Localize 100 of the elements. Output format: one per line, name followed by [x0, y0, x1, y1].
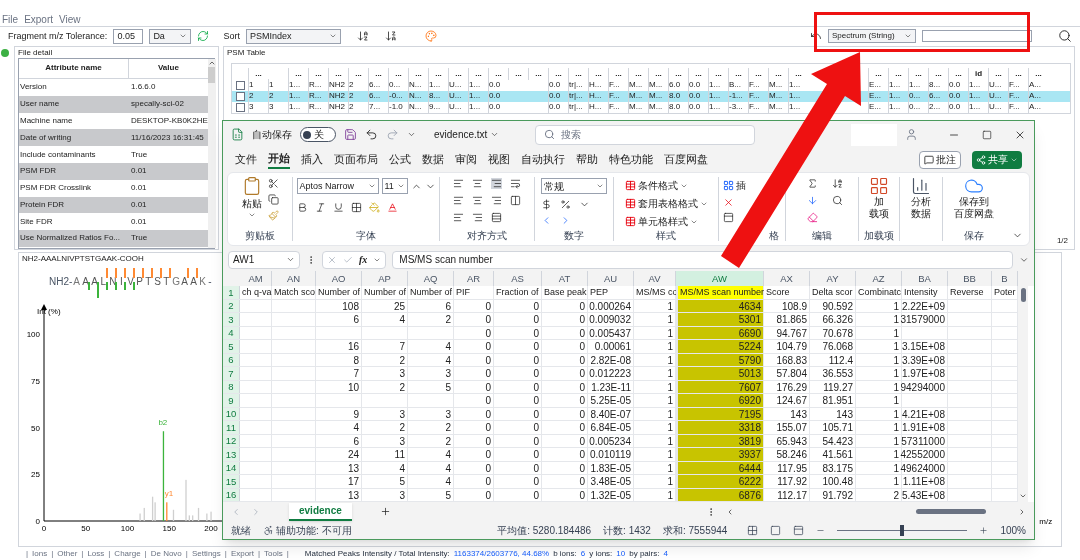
ribbon-tab[interactable]: 特色功能 [609, 150, 653, 169]
ribbon-tab[interactable]: 视图 [488, 150, 510, 169]
column-header[interactable]: ... [708, 67, 728, 80]
align-center-icon[interactable] [472, 195, 483, 207]
currency-icon[interactable] [541, 199, 552, 211]
column-header[interactable]: ... [308, 67, 328, 80]
scroll-thumb[interactable] [208, 66, 216, 83]
percent-icon[interactable] [560, 199, 571, 211]
unit-dropdown[interactable]: Da [149, 28, 192, 45]
format-cells-icon[interactable] [723, 212, 734, 224]
style-button[interactable]: 条件格式 [624, 178, 708, 194]
column-header[interactable]: AQ [408, 271, 454, 287]
column-header[interactable]: AW [676, 271, 764, 287]
view-tab[interactable]: Export [230, 547, 254, 560]
font-dropdown[interactable]: Aptos Narrow [296, 178, 379, 195]
comment-button[interactable]: 批注 [919, 150, 961, 169]
column-header[interactable]: ... [908, 67, 928, 80]
sheet-tab[interactable]: evidence [289, 502, 352, 521]
column-header[interactable]: ... [528, 67, 548, 80]
view-tab[interactable]: Charge [114, 547, 141, 560]
avatar-icon[interactable] [905, 128, 918, 142]
normal-view-icon[interactable] [747, 524, 759, 536]
column-header[interactable]: ... [588, 67, 608, 80]
ribbon-tab[interactable]: 数据 [422, 150, 444, 169]
column-header[interactable]: ... [788, 67, 808, 80]
name-box[interactable]: AW1 [228, 250, 300, 269]
sort-filter-icon[interactable] [832, 178, 843, 190]
column-header[interactable]: AX [764, 271, 810, 287]
addins-button[interactable]: 加 载项 [869, 176, 889, 221]
style-button[interactable]: 单元格样式 [624, 214, 708, 230]
row-header[interactable]: 13 [223, 448, 240, 461]
row-header[interactable]: 1 [223, 286, 240, 299]
underline-icon[interactable] [332, 202, 344, 214]
row-checkbox[interactable] [235, 91, 245, 101]
outdent-icon[interactable] [472, 212, 483, 224]
scroll-thumb[interactable] [916, 509, 986, 515]
accessibility-icon[interactable] [263, 524, 274, 536]
column-header[interactable]: AU [588, 271, 634, 287]
column-header[interactable]: ... [888, 67, 908, 80]
view-tab[interactable]: Other [57, 547, 78, 560]
sort-ascending-icon[interactable] [356, 30, 369, 43]
share-button[interactable]: 共享 [972, 150, 1022, 169]
ribbon-tab[interactable]: 开始 [268, 150, 290, 169]
find-icon[interactable] [832, 195, 843, 207]
ribbon-tab[interactable]: 页面布局 [334, 150, 378, 169]
align-right-icon[interactable] [491, 195, 502, 207]
refresh-icon[interactable] [197, 30, 210, 43]
column-header[interactable]: AY [810, 271, 856, 287]
wrap-text-icon[interactable] [510, 178, 521, 190]
ribbon-tab[interactable]: 帮助 [576, 150, 598, 169]
formula-field[interactable]: MS/MS scan number [392, 250, 1013, 269]
column-header[interactable]: ... [508, 67, 528, 80]
zoom-in-icon[interactable] [979, 525, 989, 535]
palette-icon[interactable] [424, 30, 437, 43]
column-header[interactable]: ... [548, 67, 568, 80]
orientation-icon[interactable] [491, 212, 502, 224]
column-header[interactable]: Value [129, 58, 208, 78]
undo-icon[interactable] [365, 128, 378, 142]
row-header[interactable]: 5 [223, 340, 240, 353]
view-tab[interactable]: Ions [32, 547, 48, 560]
copy-icon[interactable] [267, 194, 279, 206]
search-box[interactable]: 搜索 [535, 124, 756, 145]
column-header[interactable]: ... [328, 67, 348, 80]
row-header[interactable]: 11 [223, 421, 240, 434]
page-layout-icon[interactable] [770, 524, 782, 536]
ribbon-tab[interactable]: 百度网盘 [664, 150, 708, 169]
scroll-right-icon[interactable] [1018, 507, 1026, 516]
vertical-scrollbar[interactable] [1018, 286, 1028, 503]
column-header[interactable]: ... [648, 67, 668, 80]
sum-icon[interactable] [807, 178, 818, 190]
column-header[interactable]: ... [1008, 67, 1028, 80]
column-header[interactable]: AZ [856, 271, 902, 287]
column-header[interactable]: ... [448, 67, 468, 80]
maximize-icon[interactable] [982, 129, 992, 140]
view-tab[interactable]: Settings [191, 547, 221, 560]
add-sheet-icon[interactable] [379, 506, 391, 518]
paste-button[interactable]: 粘贴 [241, 176, 262, 220]
font-color-icon[interactable] [386, 202, 398, 214]
column-header[interactable]: ... [368, 67, 388, 80]
analyze-data-button[interactable]: 分析 数据 [911, 176, 931, 221]
ribbon-tab[interactable]: 自动执行 [521, 150, 565, 169]
merge-icon[interactable] [510, 195, 521, 207]
column-header[interactable]: AS [494, 271, 542, 287]
column-header[interactable]: ... [348, 67, 368, 80]
row-checkbox[interactable] [235, 80, 245, 90]
column-header[interactable]: ... [948, 67, 968, 80]
column-header[interactable]: ... [488, 67, 508, 80]
search-field[interactable] [922, 30, 1032, 43]
column-header[interactable]: ... [408, 67, 428, 80]
column-header[interactable]: Attribute name [19, 58, 129, 78]
number-format-dropdown[interactable]: 常规 [541, 178, 607, 195]
style-button[interactable]: 套用表格格式 [624, 196, 708, 212]
page-break-icon[interactable] [793, 524, 805, 536]
font-size-dropdown[interactable]: 11 [381, 178, 408, 195]
insert-function-button[interactable]: fx [359, 252, 368, 268]
column-header[interactable]: B [992, 271, 1018, 287]
column-header[interactable]: AP [362, 271, 408, 287]
column-header[interactable]: ... [988, 67, 1008, 80]
column-header[interactable]: ... [1028, 67, 1048, 80]
ribbon-tab[interactable]: 审阅 [455, 150, 477, 169]
